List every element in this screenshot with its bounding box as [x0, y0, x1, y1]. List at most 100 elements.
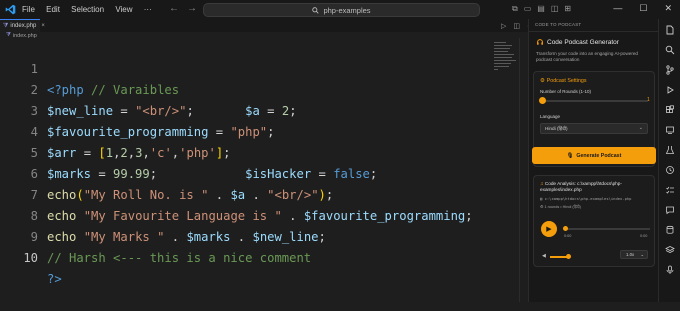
- menu-selection[interactable]: Selection: [71, 5, 104, 14]
- code-text: echo "My Favourite Language is " . $favo…: [47, 209, 473, 223]
- chat-icon[interactable]: [665, 205, 675, 215]
- code-line: 2 $new_line = "<br/>"; $a = 2;: [0, 59, 297, 118]
- generate-podcast-button[interactable]: 🎙 Generate Podcast: [532, 147, 656, 164]
- language-selected: Hindi (हिंदी): [545, 126, 568, 131]
- search-text: php-examples: [323, 5, 371, 15]
- settings-title: ⚙ Podcast Settings: [540, 78, 587, 84]
- play-button[interactable]: ▶: [541, 221, 557, 237]
- code-line: 5 $marks = 99.99; $isHacker = false;: [0, 122, 378, 181]
- code-line: 8 echo "My Marks " . $marks . $new_line;: [0, 185, 326, 244]
- tab-label: index.php: [10, 23, 37, 29]
- code-text: $marks = 99.99; $isHacker = false;: [47, 167, 378, 181]
- tab-close-icon[interactable]: ×: [41, 23, 45, 29]
- play-icon: ▶: [546, 226, 552, 233]
- analysis-meta: ⚙ 1 rounds • Hindi (हिंदी): [540, 205, 581, 209]
- playback-speed-select[interactable]: 1.0x ⌄: [620, 250, 648, 259]
- layout-customize-icon[interactable]: ⊞: [564, 4, 571, 13]
- layout-controls: ⧉ ▭ ▤ ◫ ⊞: [512, 4, 577, 14]
- code-line: 9 // Harsh <--- this is a nice comment: [0, 206, 312, 265]
- language-select[interactable]: Hindi (हिंदी) ⌄: [540, 123, 648, 134]
- code-line: 1 <?php // Varaibles: [0, 38, 179, 97]
- vscode-logo-icon: [5, 4, 16, 15]
- run-icon[interactable]: ▷: [501, 23, 506, 30]
- menu-view[interactable]: View: [115, 5, 132, 14]
- headphones-icon: [537, 39, 543, 45]
- code-line: 4 $arr = [1,2,3,'c','php'];: [0, 101, 231, 160]
- microphone-icon: 🎙: [566, 152, 574, 159]
- layers-icon[interactable]: [665, 245, 675, 255]
- rounds-slider-track[interactable]: [540, 100, 648, 102]
- code-text: echo("My Roll No. is " . $a . "<br/>");: [47, 188, 334, 202]
- run-debug-icon[interactable]: [665, 85, 675, 95]
- forward-arrow-icon[interactable]: →: [187, 3, 197, 14]
- analysis-title: ♫ Code Analysis: c:\xampp\htdocs\php-exa…: [540, 181, 622, 192]
- minimap[interactable]: [494, 42, 518, 72]
- code-text: // Harsh <--- this is a nice comment: [47, 251, 312, 265]
- close-icon[interactable]: ✕: [664, 3, 672, 13]
- volume-thumb[interactable]: [566, 254, 571, 259]
- tab-index-php[interactable]: ⧩ index.php ×: [0, 19, 45, 32]
- minimize-icon[interactable]: —: [613, 3, 622, 13]
- back-arrow-icon[interactable]: ←: [169, 3, 179, 14]
- chevron-down-icon: ⌄: [638, 125, 643, 131]
- gear-icon: ⚙: [540, 78, 545, 84]
- code-text: <?php // Varaibles: [47, 83, 180, 97]
- code-text: $new_line = "<br/>"; $a = 2;: [47, 104, 297, 118]
- rounds-slider-thumb[interactable]: [539, 97, 546, 104]
- headphones-icon: ♫: [540, 181, 544, 186]
- source-control-icon[interactable]: [665, 65, 675, 75]
- nav-arrows: ← →: [169, 3, 205, 14]
- split-editor-icon[interactable]: ◫: [513, 23, 520, 30]
- remote-explorer-icon[interactable]: [665, 125, 675, 135]
- generate-label: Generate Podcast: [576, 152, 622, 159]
- volume-icon[interactable]: ◀: [542, 253, 546, 259]
- microphone-icon[interactable]: [665, 265, 675, 275]
- database-icon[interactable]: [665, 225, 675, 235]
- code-text: ?>: [47, 272, 62, 286]
- explorer-icon[interactable]: [665, 25, 675, 35]
- rounds-value: 1: [647, 97, 650, 103]
- code-text: $favourite_programming = "php";: [47, 125, 275, 139]
- menu-more-icon[interactable]: ···: [144, 5, 152, 14]
- extensions-icon[interactable]: [665, 105, 675, 115]
- code-text: echo "My Marks " . $marks . $new_line;: [47, 230, 326, 244]
- editor-scrollbar[interactable]: [519, 38, 528, 302]
- code-line: 3 $favourite_programming = "php";: [0, 80, 275, 139]
- time-current: 0:00: [564, 234, 572, 238]
- chevron-down-icon: ⌄: [640, 252, 644, 257]
- code-line: 6 echo("My Roll No. is " . $a . "<br/>")…: [0, 143, 334, 202]
- code-line: 10 ?>: [0, 227, 61, 286]
- clock-icon[interactable]: [665, 165, 675, 175]
- analysis-path: ▤ c:\xampp\htdocs\php-examples\index.php: [540, 196, 632, 201]
- layout-sidebar-icon[interactable]: ▭: [524, 4, 532, 13]
- generator-title: Code Podcast Generator: [536, 38, 619, 46]
- speed-value: 1.0x: [626, 252, 635, 257]
- code-editor[interactable]: 1 <?php // Varaibles 2 $new_line = "<br/…: [0, 38, 527, 302]
- file-icon: ▤: [540, 196, 543, 201]
- copilot-icon[interactable]: ⧉: [512, 4, 518, 13]
- testing-icon[interactable]: [665, 145, 675, 155]
- settings-title-text: Podcast Settings: [546, 78, 587, 84]
- menu-file[interactable]: File: [22, 5, 35, 14]
- search-icon[interactable]: [665, 45, 675, 55]
- code-line: 7 echo "My Favourite Language is " . $fa…: [0, 164, 473, 223]
- progress-track[interactable]: [564, 228, 650, 230]
- line-number: 10: [23, 251, 38, 265]
- maximize-icon[interactable]: ☐: [639, 3, 647, 13]
- progress-thumb[interactable]: [563, 226, 568, 231]
- gear-icon: ⚙: [540, 205, 544, 209]
- search-icon: [312, 6, 320, 14]
- generator-title-text: Code Podcast Generator: [547, 38, 619, 46]
- rounds-label: Number of Rounds (1-10): [540, 89, 592, 94]
- time-duration: 0:00: [640, 234, 648, 238]
- window-controls: — ☐ ✕: [596, 3, 672, 14]
- panel-header: CODE TO PODCAST: [535, 22, 582, 27]
- command-center-search[interactable]: php-examples: [203, 3, 480, 17]
- menu-bar: File Edit Selection View ···: [22, 5, 161, 14]
- menu-edit[interactable]: Edit: [46, 5, 60, 14]
- code-podcast-panel: CODE TO PODCAST Code Podcast Generator T…: [528, 19, 658, 302]
- layout-secondary-icon[interactable]: ◫: [551, 4, 559, 13]
- generator-description: Transform your code into an engaging AI-…: [536, 51, 638, 62]
- layout-panel-icon[interactable]: ▤: [537, 4, 545, 13]
- checklist-icon[interactable]: [665, 185, 675, 195]
